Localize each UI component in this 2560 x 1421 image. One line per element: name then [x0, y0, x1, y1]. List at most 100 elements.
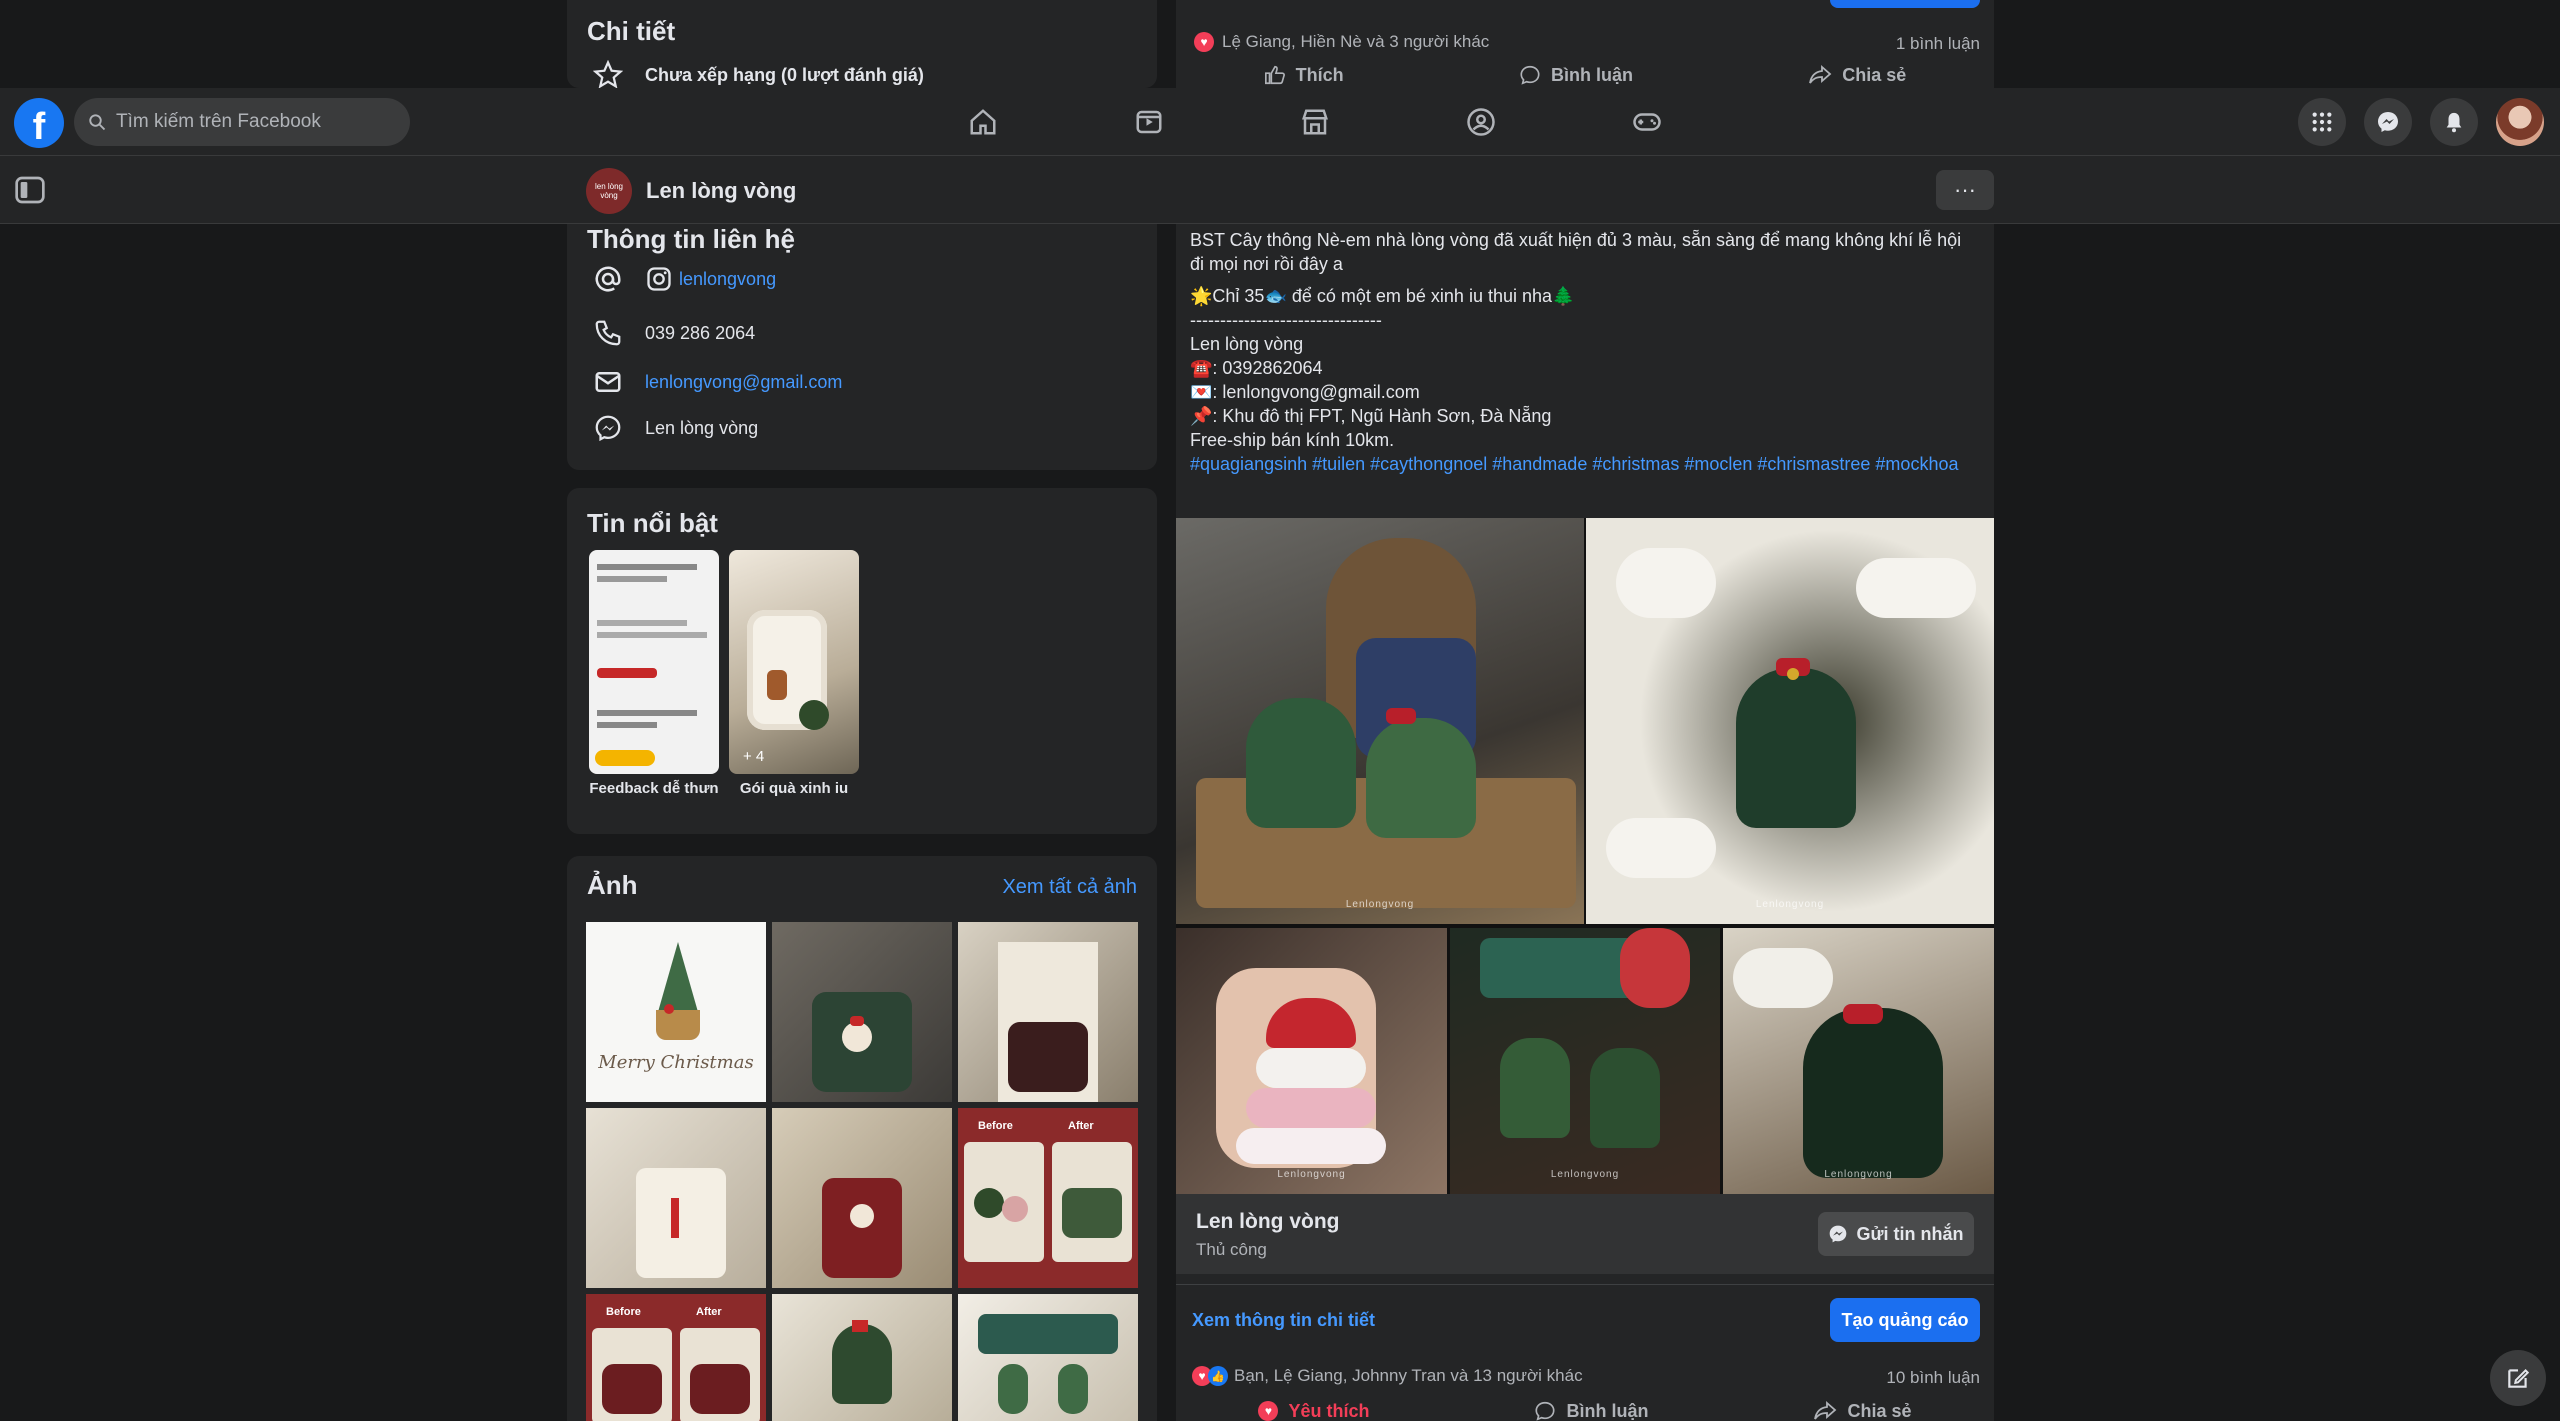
sidebar-toggle-icon[interactable]: [14, 174, 46, 206]
messenger-button[interactable]: [2364, 98, 2412, 146]
photo-tile[interactable]: Before After: [586, 1294, 766, 1421]
previous-post-footer: ♥ Lệ Giang, Hiền Nè và 3 người khác 1 bì…: [1176, 0, 1994, 88]
photo-tile[interactable]: [958, 1294, 1138, 1421]
see-all-photos-link[interactable]: Xem tất cả ảnh: [1002, 876, 1137, 899]
post-address: 📌: Khu đô thị FPT, Ngũ Hành Sơn, Đà Nẵng: [1190, 406, 1552, 426]
page-avatar[interactable]: len lòng vòng: [586, 168, 632, 214]
post-hashtags[interactable]: #quagiangsinh #tuilen #caythongnoel #han…: [1190, 452, 1980, 476]
search-box[interactable]: [74, 98, 410, 146]
post-email: 💌: lenlongvong@gmail.com: [1190, 382, 1420, 402]
post-photo[interactable]: Lenlongvong: [1176, 928, 1447, 1194]
nav-home[interactable]: [900, 88, 1066, 156]
nav-groups[interactable]: [1398, 88, 1564, 156]
nav-gaming[interactable]: [1564, 88, 1730, 156]
comment-bubble-icon: [1535, 1401, 1556, 1421]
photo-tile[interactable]: [772, 922, 952, 1102]
email-link[interactable]: lenlongvong@gmail.com: [645, 372, 842, 393]
send-message-button[interactable]: Gửi tin nhắn: [1818, 1212, 1974, 1256]
photo-tile[interactable]: [772, 1294, 952, 1421]
thumbs-up-icon: [1264, 65, 1285, 85]
messenger-icon: [1830, 1225, 1847, 1243]
send-message-label: Gửi tin nhắn: [1856, 1223, 1964, 1244]
post-photo[interactable]: Lenlongvong: [1586, 518, 1994, 924]
rating-text: Chưa xếp hạng (0 lượt đánh giá): [645, 64, 924, 85]
comment-label: Bình luận: [1550, 64, 1633, 85]
share-arrow-icon: [1809, 65, 1832, 84]
prev-reactions[interactable]: ♥ Lệ Giang, Hiền Nè và 3 người khác: [1194, 32, 1489, 52]
photos-title: Ảnh: [587, 870, 638, 900]
like-reaction-icon: 👍: [1208, 1366, 1228, 1386]
facebook-logo[interactable]: f: [14, 98, 64, 148]
facebook-logo-letter: f: [32, 106, 46, 148]
watermark: Lenlongvong: [1550, 1169, 1620, 1180]
instagram-link[interactable]: lenlongvong: [679, 269, 776, 290]
menu-button[interactable]: [2298, 98, 2346, 146]
more-options-button[interactable]: ···: [1936, 170, 1994, 210]
share-button[interactable]: Chia sẻ: [1813, 1400, 1912, 1421]
home-icon: [970, 109, 996, 135]
post-divider-text: --------------------------------: [1190, 310, 1382, 330]
page-identity[interactable]: len lòng vòng Len lòng vòng: [586, 168, 796, 214]
instagram-icon: [647, 267, 671, 291]
photo-tile[interactable]: [958, 922, 1138, 1102]
new-message-button[interactable]: [2490, 1350, 2546, 1406]
share-arrow-icon: [1814, 1401, 1837, 1420]
highlight-label: Feedback dễ thưn: [589, 780, 719, 797]
contact-title: Thông tin liên hệ: [587, 224, 795, 254]
messenger-name: Len lòng vòng: [645, 417, 759, 438]
create-ad-button[interactable]: Tạo quảng cáo: [1830, 1298, 1980, 1342]
post-comment-count[interactable]: 10 bình luận: [1886, 1368, 1980, 1388]
post-text: BST Cây thông Nè-em nhà lòng vòng đã xuấ…: [1190, 228, 1980, 476]
marketplace-icon: [1302, 109, 1328, 135]
page-name[interactable]: Len lòng vòng: [646, 178, 796, 204]
comment-button[interactable]: Bình luận: [1534, 1400, 1648, 1421]
love-button[interactable]: ♥ Yêu thích: [1258, 1400, 1370, 1421]
instagram-row: lenlongvong: [593, 264, 776, 294]
rating-row: Chưa xếp hạng (0 lượt đánh giá): [593, 60, 924, 90]
post-photo[interactable]: Lenlongvong: [1723, 928, 1994, 1194]
post-photo[interactable]: Lenlongvong: [1176, 518, 1584, 924]
nav-video[interactable]: [1066, 88, 1232, 156]
promo-page-name[interactable]: Len lòng vòng: [1196, 1210, 1339, 1234]
prev-reactions-text: Lệ Giang, Hiền Nè và 3 người khác: [1222, 32, 1490, 51]
photo-tile[interactable]: [586, 1108, 766, 1288]
bell-icon: [2446, 112, 2462, 133]
messenger-row: Len lòng vòng: [593, 413, 758, 443]
promo-divider: [1176, 1284, 1994, 1285]
compose-icon: [2508, 1369, 2530, 1388]
comment-button[interactable]: Bình luận: [1519, 64, 1633, 86]
post-phone: ☎️: 0392862064: [1190, 358, 1323, 378]
watermark: Lenlongvong: [1277, 1169, 1346, 1180]
like-button[interactable]: Thích: [1264, 64, 1344, 86]
top-navigation-bar: f: [0, 88, 2560, 156]
phone-icon: [595, 320, 621, 346]
watermark: Lenlongvong: [1345, 899, 1415, 910]
groups-icon: [1467, 108, 1495, 136]
main-post: BST Cây thông Nè-em nhà lòng vòng đã xuấ…: [1176, 224, 1994, 1421]
watermark: Lenlongvong: [1824, 1169, 1893, 1180]
post-shop-name: Len lòng vòng: [1190, 334, 1304, 354]
search-input[interactable]: [116, 111, 396, 133]
photo-tile[interactable]: Merry Christmas: [586, 922, 766, 1102]
post-shipping: Free-ship bán kính 10km.: [1190, 430, 1395, 450]
search-icon: [89, 114, 106, 131]
post-reactions[interactable]: ♥ 👍 Bạn, Lệ Giang, Johnny Tran và 13 ngư…: [1192, 1366, 1583, 1386]
gaming-icon: [1633, 113, 1661, 131]
nav-marketplace[interactable]: [1232, 88, 1398, 156]
share-button[interactable]: Chia sẻ: [1808, 64, 1906, 86]
highlight-item[interactable]: + 4 Gói quà xinh iu: [729, 550, 859, 797]
main-nav-icons: [900, 88, 1730, 156]
love-reaction-icon: ♥: [1258, 1401, 1279, 1421]
highlight-item[interactable]: Feedback dễ thưn: [589, 550, 719, 797]
prev-top-button[interactable]: [1830, 0, 1980, 8]
profile-avatar[interactable]: [2496, 98, 2544, 146]
notifications-button[interactable]: [2430, 98, 2478, 146]
email-row: lenlongvong@gmail.com: [593, 367, 842, 397]
prev-comment-count[interactable]: 1 bình luận: [1896, 34, 1980, 54]
view-details-link[interactable]: Xem thông tin chi tiết: [1192, 1310, 1375, 1331]
more-options-label: ···: [1954, 177, 1976, 202]
post-photo[interactable]: Lenlongvong: [1450, 928, 1720, 1194]
photos-card: Ảnh Xem tất cả ảnh Merry Christmas Befor…: [567, 856, 1157, 1421]
photo-tile[interactable]: [772, 1108, 952, 1288]
photo-tile[interactable]: Before After: [958, 1108, 1138, 1288]
